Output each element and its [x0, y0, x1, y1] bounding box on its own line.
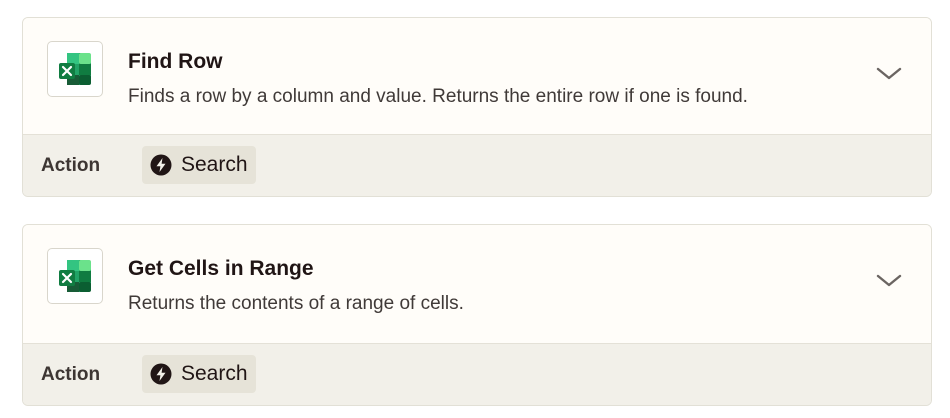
action-card-find-row: Find Row Finds a row by a column and val… — [22, 17, 932, 197]
chevron-down-icon[interactable] — [875, 64, 903, 84]
search-type-chip[interactable]: Search — [142, 355, 256, 393]
excel-icon — [47, 41, 103, 97]
action-type-label: Action — [41, 364, 101, 385]
action-title: Find Row — [128, 50, 223, 73]
action-card-get-cells-in-range: Get Cells in Range Returns the contents … — [22, 224, 932, 406]
lightning-bolt-icon — [150, 363, 172, 385]
chevron-down-icon[interactable] — [875, 271, 903, 291]
action-card-header[interactable]: Get Cells in Range Returns the contents … — [23, 225, 931, 343]
lightning-bolt-icon — [150, 154, 172, 176]
action-list: Find Row Finds a row by a column and val… — [0, 0, 950, 418]
action-title: Get Cells in Range — [128, 257, 314, 280]
action-description: Finds a row by a column and value. Retur… — [128, 86, 748, 107]
excel-icon — [47, 248, 103, 304]
action-card-footer: Action Search — [23, 343, 931, 405]
action-card-header[interactable]: Find Row Finds a row by a column and val… — [23, 18, 931, 136]
action-type-label: Action — [41, 155, 101, 176]
chip-label: Search — [181, 362, 248, 385]
chip-label: Search — [181, 153, 248, 176]
action-description: Returns the contents of a range of cells… — [128, 293, 464, 314]
action-card-footer: Action Search — [23, 134, 931, 196]
search-type-chip[interactable]: Search — [142, 146, 256, 184]
